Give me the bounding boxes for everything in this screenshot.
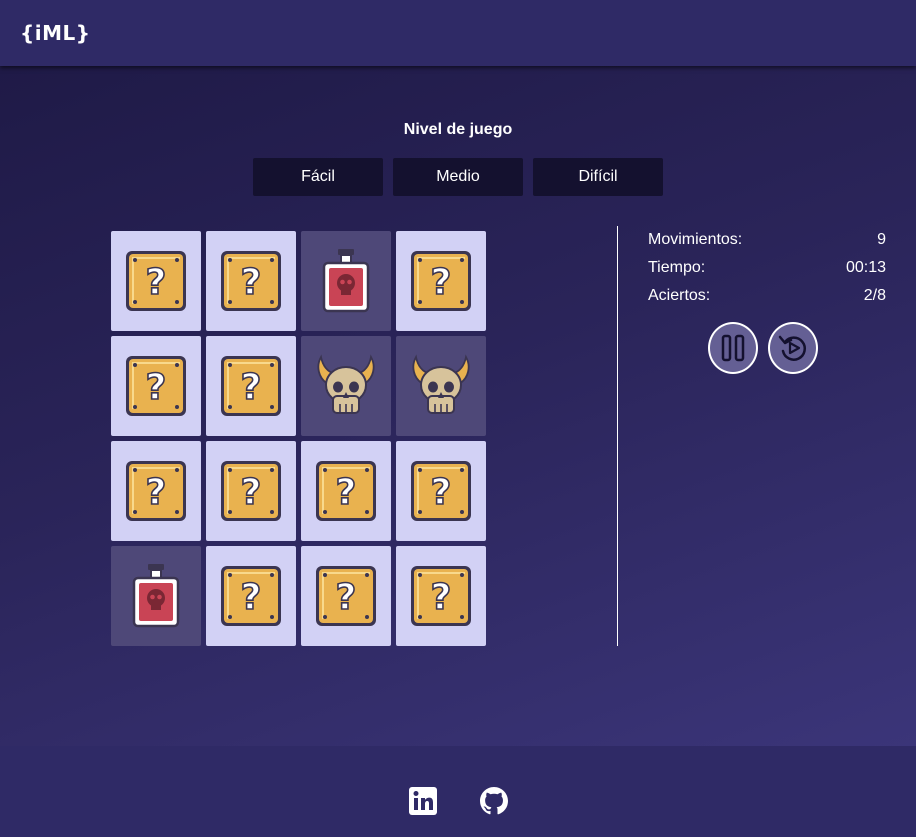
time-stat: Tiempo: 00:13	[648, 258, 886, 286]
linkedin-icon	[409, 787, 437, 815]
memory-card-revealed[interactable]	[396, 336, 486, 436]
memory-card[interactable]: ?	[206, 441, 296, 541]
horned-skull-icon	[408, 354, 474, 418]
github-link[interactable]	[480, 787, 508, 815]
pause-icon	[721, 334, 745, 362]
level-medium-button[interactable]: Medio	[393, 158, 523, 196]
question-block-icon: ?	[124, 459, 188, 523]
svg-text:?: ?	[241, 367, 262, 408]
question-block-icon: ?	[314, 564, 378, 628]
svg-text:?: ?	[336, 472, 357, 513]
pause-button[interactable]	[708, 322, 758, 374]
game-area: Nivel de juego Fácil Medio Difícil ?????…	[0, 66, 916, 746]
svg-text:?: ?	[431, 472, 452, 513]
svg-text:?: ?	[431, 577, 452, 618]
level-easy-button[interactable]: Fácil	[253, 158, 383, 196]
memory-card[interactable]: ?	[301, 546, 391, 646]
header: {iML}	[0, 0, 916, 66]
memory-card[interactable]: ?	[111, 231, 201, 331]
memory-card[interactable]: ?	[396, 546, 486, 646]
svg-text:?: ?	[431, 262, 452, 303]
memory-card[interactable]: ?	[111, 336, 201, 436]
memory-card-revealed[interactable]	[301, 336, 391, 436]
time-label: Tiempo:	[648, 259, 706, 276]
memory-board: ????????????	[111, 231, 486, 646]
moves-label: Movimientos:	[648, 231, 743, 248]
game-controls	[708, 322, 818, 374]
memory-card-revealed[interactable]	[301, 231, 391, 331]
hits-label: Aciertos:	[648, 287, 711, 304]
moves-stat: Movimientos: 9	[648, 230, 886, 258]
level-selector: Fácil Medio Difícil	[253, 158, 663, 196]
logo[interactable]: {iML}	[20, 21, 90, 45]
svg-text:?: ?	[241, 472, 262, 513]
footer	[0, 746, 916, 837]
poison-bottle-icon	[320, 247, 372, 315]
divider	[617, 226, 618, 646]
horned-skull-icon	[313, 354, 379, 418]
memory-card[interactable]: ?	[206, 231, 296, 331]
github-icon	[480, 787, 508, 815]
memory-card[interactable]: ?	[396, 441, 486, 541]
memory-card[interactable]: ?	[111, 441, 201, 541]
question-block-icon: ?	[314, 459, 378, 523]
moves-value: 9	[877, 231, 886, 248]
memory-card-revealed[interactable]	[111, 546, 201, 646]
poison-bottle-icon	[130, 562, 182, 630]
memory-card[interactable]: ?	[206, 336, 296, 436]
question-block-icon: ?	[409, 249, 473, 313]
time-value: 00:13	[845, 259, 886, 276]
svg-text:?: ?	[241, 262, 262, 303]
hits-value: 2/8	[863, 287, 886, 304]
question-block-icon: ?	[219, 564, 283, 628]
question-block-icon: ?	[409, 459, 473, 523]
hits-stat: Aciertos: 2/8	[648, 286, 886, 314]
level-hard-button[interactable]: Difícil	[533, 158, 663, 196]
svg-text:?: ?	[241, 577, 262, 618]
svg-text:?: ?	[146, 472, 167, 513]
restart-icon	[778, 335, 806, 361]
question-block-icon: ?	[219, 459, 283, 523]
memory-card[interactable]: ?	[396, 231, 486, 331]
question-block-icon: ?	[124, 249, 188, 313]
social-links	[409, 787, 508, 815]
memory-card[interactable]: ?	[301, 441, 391, 541]
question-block-icon: ?	[219, 354, 283, 418]
svg-text:?: ?	[146, 367, 167, 408]
stats-panel: Movimientos: 9 Tiempo: 00:13 Aciertos: 2…	[648, 230, 886, 314]
linkedin-link[interactable]	[409, 787, 437, 815]
level-title: Nivel de juego	[403, 121, 513, 138]
memory-card[interactable]: ?	[206, 546, 296, 646]
svg-text:?: ?	[146, 262, 167, 303]
question-block-icon: ?	[124, 354, 188, 418]
question-block-icon: ?	[219, 249, 283, 313]
question-block-icon: ?	[409, 564, 473, 628]
restart-button[interactable]	[768, 322, 818, 374]
svg-text:?: ?	[336, 577, 357, 618]
